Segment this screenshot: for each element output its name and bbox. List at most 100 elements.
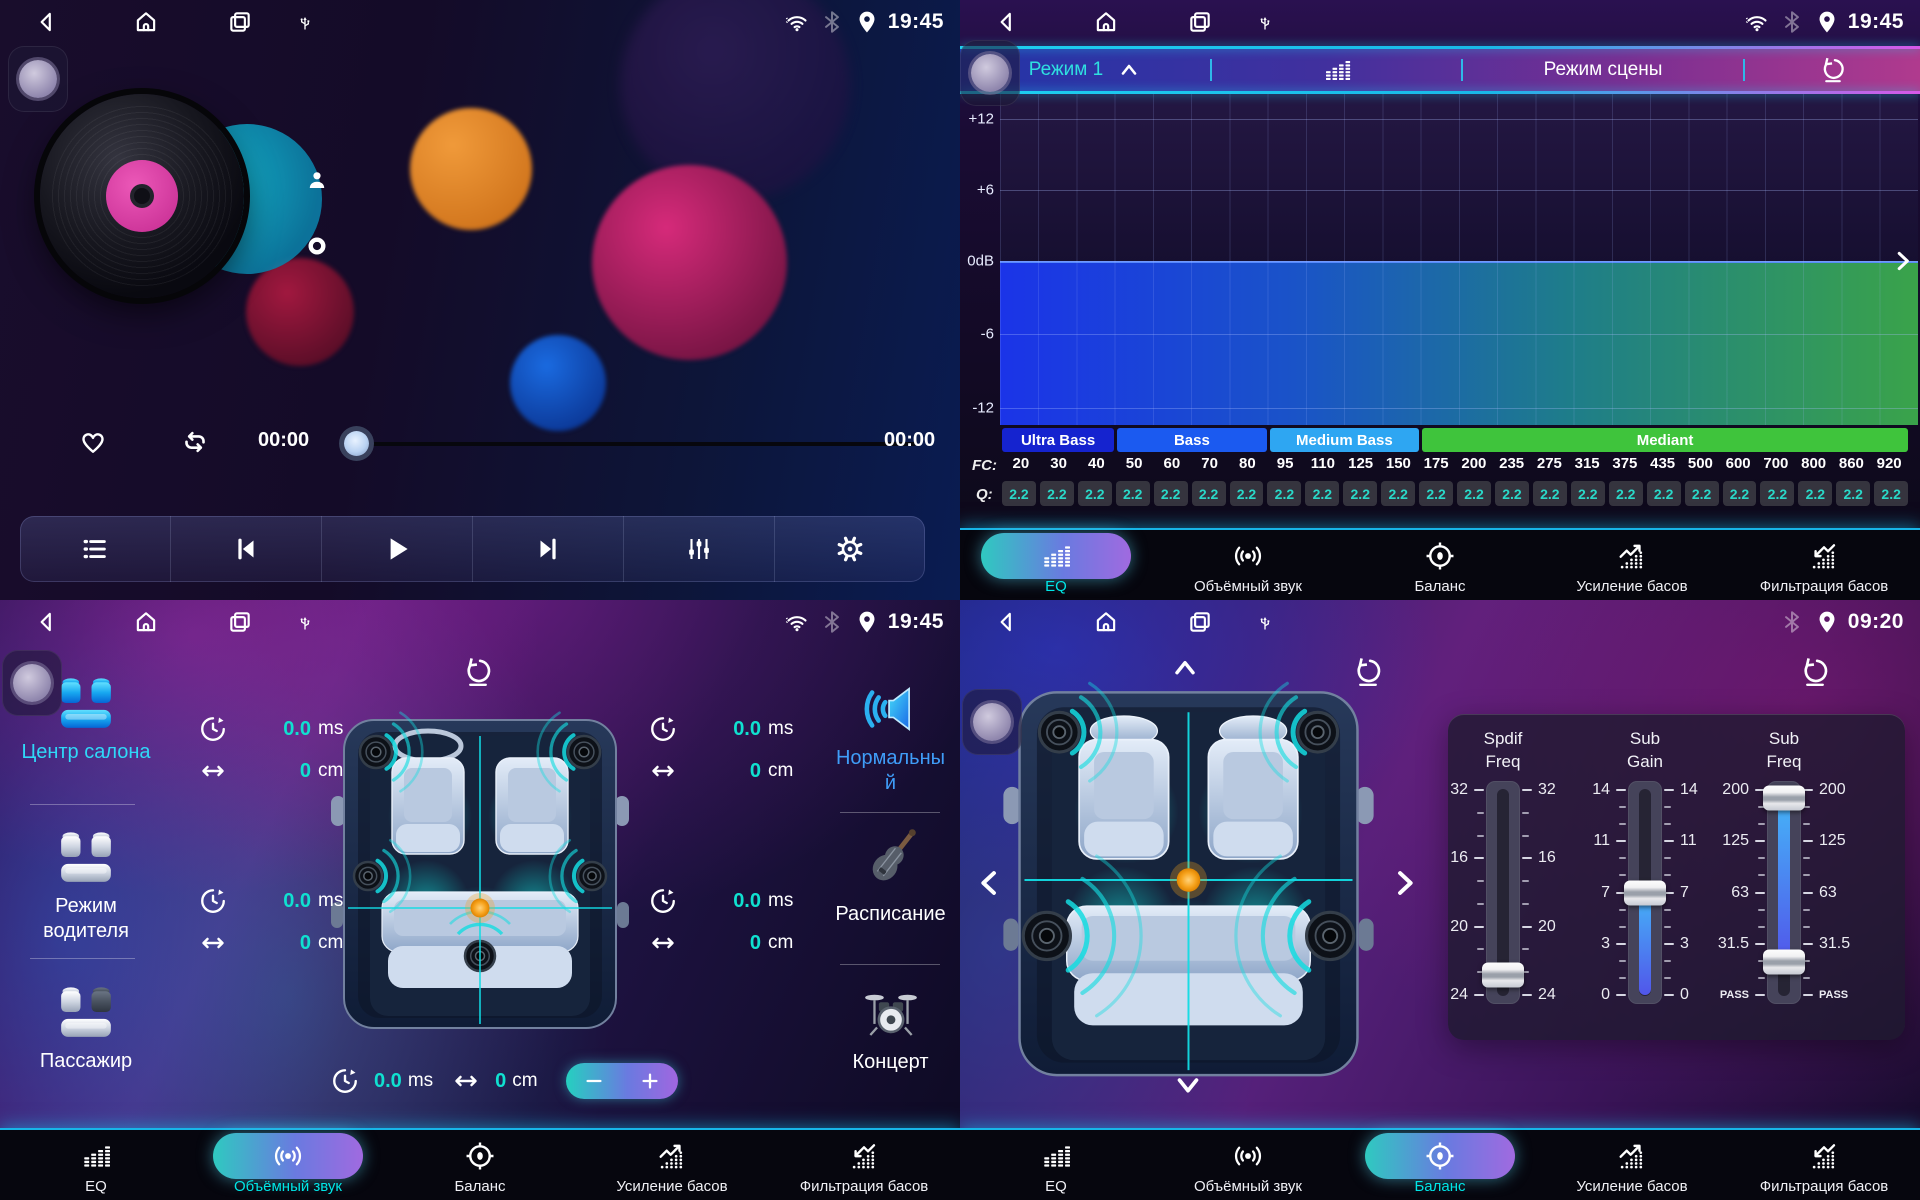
home-icon[interactable] — [1093, 609, 1119, 635]
eq-spectrum-graph[interactable] — [1000, 92, 1918, 425]
back-icon[interactable] — [993, 609, 1019, 635]
floating-assist-widget[interactable] — [2, 650, 62, 716]
q-value-button[interactable]: 2.2 — [1343, 481, 1377, 506]
tab-surround[interactable]: Объёмный звук — [1152, 1130, 1344, 1200]
tab-bass-filter[interactable]: Фильтрация басов — [1728, 1130, 1920, 1200]
tab-bass-filter[interactable]: Фильтрация басов — [1728, 530, 1920, 600]
seat-preset-passenger[interactable]: Пассажир — [16, 983, 156, 1074]
q-value-button[interactable]: 2.2 — [1078, 481, 1112, 506]
floating-assist-widget[interactable] — [962, 689, 1022, 755]
delay-readout-front-right[interactable]: 0.0ms 0cm — [648, 712, 798, 788]
album-art-vinyl[interactable] — [40, 94, 244, 298]
q-value-button[interactable]: 2.2 — [1571, 481, 1605, 506]
slider-sub-freq[interactable]: 200200125125636331.531.5PASSPASS — [1729, 790, 1839, 995]
tab-balance[interactable]: Баланс — [1344, 1130, 1536, 1200]
decrease-button[interactable] — [566, 1063, 622, 1099]
move-down-icon[interactable] — [1171, 1068, 1205, 1102]
tab-eq[interactable]: EQ — [960, 1130, 1152, 1200]
eq-reset-button[interactable] — [1745, 56, 1920, 84]
home-icon[interactable] — [1093, 9, 1119, 35]
back-icon[interactable] — [33, 9, 59, 35]
slider-thumb[interactable] — [1763, 950, 1805, 975]
q-value-button[interactable]: 2.2 — [1230, 481, 1264, 506]
move-left-icon[interactable] — [972, 866, 1006, 900]
recents-icon[interactable] — [227, 9, 253, 35]
q-value-button[interactable]: 2.2 — [1760, 481, 1794, 506]
artist-icon[interactable] — [305, 168, 329, 192]
q-value-button[interactable]: 2.2 — [1533, 481, 1567, 506]
tab-eq[interactable]: EQ — [960, 530, 1152, 600]
delay-readout-front-left[interactable]: 0.0ms 0cm — [198, 712, 348, 788]
playlist-button[interactable] — [20, 516, 170, 582]
q-value-button[interactable]: 2.2 — [1495, 481, 1529, 506]
seat-preset-driver[interactable]: Режим водителя — [16, 828, 156, 944]
scene-mode-button[interactable]: Режим сцены — [1463, 59, 1743, 81]
slider-thumb[interactable] — [1763, 786, 1805, 811]
scene-preset-schedule[interactable]: Расписание — [828, 826, 953, 927]
progress-knob[interactable] — [344, 431, 369, 456]
q-value-button[interactable]: 2.2 — [1381, 481, 1415, 506]
home-icon[interactable] — [133, 9, 159, 35]
favorite-icon[interactable] — [78, 427, 108, 457]
tab-balance[interactable]: Баланс — [384, 1130, 576, 1200]
q-value-button[interactable]: 2.2 — [1116, 481, 1150, 506]
progress-track[interactable] — [350, 442, 916, 446]
delay-readout-rear-right[interactable]: 0.0ms 0cm — [648, 884, 798, 960]
album-icon[interactable] — [305, 234, 329, 258]
tab-bass-boost[interactable]: Усиление басов — [1536, 530, 1728, 600]
settings-button[interactable] — [774, 516, 925, 582]
move-right-icon[interactable] — [1388, 866, 1422, 900]
surround-reset-icon[interactable] — [462, 656, 494, 688]
play-button[interactable] — [321, 516, 472, 582]
floating-assist-widget[interactable] — [8, 46, 68, 112]
q-value-button[interactable]: 2.2 — [1457, 481, 1491, 506]
q-value-button[interactable]: 2.2 — [1609, 481, 1643, 506]
q-value-button[interactable]: 2.2 — [1267, 481, 1301, 506]
tab-eq[interactable]: EQ — [0, 1130, 192, 1200]
slider-spdif-freq[interactable]: 3232161620202424 — [1448, 790, 1558, 995]
home-icon[interactable] — [133, 609, 159, 635]
tab-surround[interactable]: Объёмный звук — [192, 1130, 384, 1200]
tab-surround[interactable]: Объёмный звук — [1152, 530, 1344, 600]
tab-balance[interactable]: Баланс — [1344, 530, 1536, 600]
back-icon[interactable] — [33, 609, 59, 635]
balance-reset-icon[interactable] — [1352, 656, 1384, 688]
q-value-button[interactable]: 2.2 — [1836, 481, 1870, 506]
q-value-button[interactable]: 2.2 — [1723, 481, 1757, 506]
slider-thumb[interactable] — [1624, 880, 1666, 905]
next-button[interactable] — [472, 516, 623, 582]
q-value-button[interactable]: 2.2 — [1874, 481, 1908, 506]
tab-bass-filter[interactable]: Фильтрация басов — [768, 1130, 960, 1200]
surround-sound-screen: 19:45 Центр салона Режим водителя Пассаж… — [0, 600, 960, 1200]
q-value-button[interactable]: 2.2 — [1002, 481, 1036, 506]
q-value-button[interactable]: 2.2 — [1305, 481, 1339, 506]
equalizer-button[interactable] — [623, 516, 774, 582]
center-delay-controls: 0.0 ms 0 cm — [330, 1062, 678, 1100]
sliders-reset-icon[interactable] — [1799, 656, 1831, 688]
slider-sub-gain[interactable]: 14141111773300 — [1590, 790, 1700, 995]
back-icon[interactable] — [993, 9, 1019, 35]
q-value-button[interactable]: 2.2 — [1685, 481, 1719, 506]
q-value-button[interactable]: 2.2 — [1192, 481, 1226, 506]
q-value-button[interactable]: 2.2 — [1419, 481, 1453, 506]
page-up-icon[interactable] — [1169, 652, 1201, 684]
recents-icon[interactable] — [1187, 609, 1213, 635]
tab-bass-boost[interactable]: Усиление басов — [1536, 1130, 1728, 1200]
scene-preset-normal[interactable]: Нормальный — [828, 680, 953, 796]
q-value-button[interactable]: 2.2 — [1647, 481, 1681, 506]
recents-icon[interactable] — [227, 609, 253, 635]
slider-thumb[interactable] — [1482, 962, 1524, 987]
floating-assist-widget[interactable] — [960, 40, 1020, 106]
q-value-button[interactable]: 2.2 — [1040, 481, 1074, 506]
eq-next-page-icon[interactable] — [1890, 248, 1916, 274]
eq-bars-header-button[interactable] — [1212, 55, 1461, 85]
scene-preset-concert[interactable]: Концерт — [828, 980, 953, 1075]
previous-button[interactable] — [170, 516, 321, 582]
repeat-icon[interactable] — [180, 427, 210, 457]
tab-bass-boost[interactable]: Усиление басов — [576, 1130, 768, 1200]
increase-button[interactable] — [622, 1063, 678, 1099]
recents-icon[interactable] — [1187, 9, 1213, 35]
delay-readout-rear-left[interactable]: 0.0ms 0cm — [198, 884, 348, 960]
q-value-button[interactable]: 2.2 — [1798, 481, 1832, 506]
q-value-button[interactable]: 2.2 — [1154, 481, 1188, 506]
